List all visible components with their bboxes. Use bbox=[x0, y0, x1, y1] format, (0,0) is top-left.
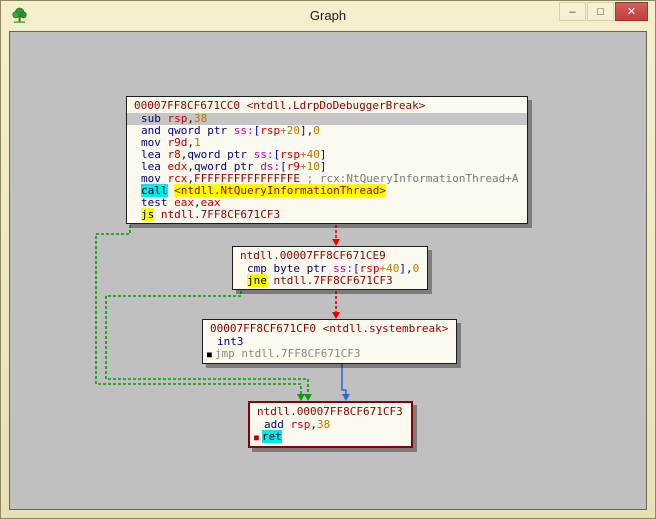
minimize-button[interactable]: – bbox=[559, 2, 586, 21]
flow-edge-arrowhead bbox=[342, 394, 350, 401]
token-seg: ss: bbox=[233, 124, 254, 137]
graph-node-block-1cc0[interactable]: 00007FF8CF671CC0 <ntdll.LdrpDoDebuggerBr… bbox=[126, 96, 528, 224]
node-header: ntdll.00007FF8CF671CE9 bbox=[240, 249, 386, 262]
node-header: 00007FF8CF671CC0 <ntdll.LdrpDoDebuggerBr… bbox=[134, 99, 426, 112]
node-header: 00007FF8CF671CF0 <ntdll.systembreak> bbox=[210, 322, 449, 335]
node-header: ntdll.00007FF8CF671CF3 bbox=[257, 405, 403, 418]
maximize-icon: □ bbox=[597, 5, 604, 18]
token-plain: , bbox=[310, 418, 317, 431]
token-lbl: ntdll.7FF8CF671CF3 bbox=[160, 208, 281, 221]
token-num: 38 bbox=[317, 418, 331, 431]
close-icon: ✕ bbox=[626, 6, 637, 18]
token-num: +20 bbox=[280, 124, 300, 137]
token-reg: rsp bbox=[290, 418, 311, 431]
token-gray: jmp ntdll.7FF8CF671CF3 bbox=[214, 347, 361, 360]
graph-node-block-1ce9[interactable]: ntdll.00007FF8CF671CE9 cmp byte ptr ss:[r… bbox=[232, 246, 429, 290]
token-brk: ] bbox=[299, 124, 307, 137]
flow-edge-arrowhead bbox=[297, 394, 305, 401]
token-brk: ] bbox=[399, 262, 406, 275]
instruction-line[interactable]: js ntdll.7FF8CF671CF3 bbox=[127, 208, 527, 221]
token-retbg: ret bbox=[261, 430, 282, 443]
flow-edge-b3-b4-jmp bbox=[341, 359, 347, 394]
close-button[interactable]: ✕ bbox=[615, 2, 648, 21]
window-title: Graph bbox=[309, 8, 347, 23]
flow-edge-arrowhead bbox=[304, 394, 312, 401]
graph-node-block-1cf0[interactable]: 00007FF8CF671CF0 <ntdll.systembreak> int3… bbox=[202, 319, 458, 364]
instruction-line[interactable]: jne ntdll.7FF8CF671CF3 bbox=[233, 274, 427, 287]
token-lbl: ntdll.7FF8CF671CF3 bbox=[273, 274, 393, 287]
token-num: 0 bbox=[412, 262, 420, 275]
minimize-icon: – bbox=[569, 5, 576, 18]
graph-window: Graph – □ ✕ 00007FF8CF671CC0 <ntdll.Ldrp… bbox=[0, 0, 656, 519]
token-plain: , bbox=[405, 262, 413, 275]
instruction-line[interactable]: ■ jmp ntdll.7FF8CF671CF3 bbox=[203, 348, 456, 361]
token-reg: rsp bbox=[260, 124, 281, 137]
graph-node-block-1cf3[interactable]: ntdll.00007FF8CF671CF3 add rsp,38 ■ ret bbox=[248, 401, 413, 448]
graph-canvas[interactable]: 00007FF8CF671CC0 <ntdll.LdrpDoDebuggerBr… bbox=[9, 31, 647, 510]
token-num: 0 bbox=[313, 124, 320, 137]
token-redsq: ■ bbox=[254, 433, 259, 442]
maximize-button[interactable]: □ bbox=[587, 2, 614, 21]
token-jmn: jne bbox=[247, 274, 267, 287]
flow-edge-arrowhead bbox=[332, 312, 340, 319]
caption-buttons: – □ ✕ bbox=[559, 2, 648, 21]
instruction-line[interactable]: ■ ret bbox=[250, 430, 411, 444]
titlebar[interactable]: Graph – □ ✕ bbox=[1, 1, 655, 31]
token-blksq: ■ bbox=[207, 350, 212, 359]
flow-edge-arrowhead bbox=[332, 239, 340, 246]
token-jmn: js bbox=[141, 208, 155, 221]
